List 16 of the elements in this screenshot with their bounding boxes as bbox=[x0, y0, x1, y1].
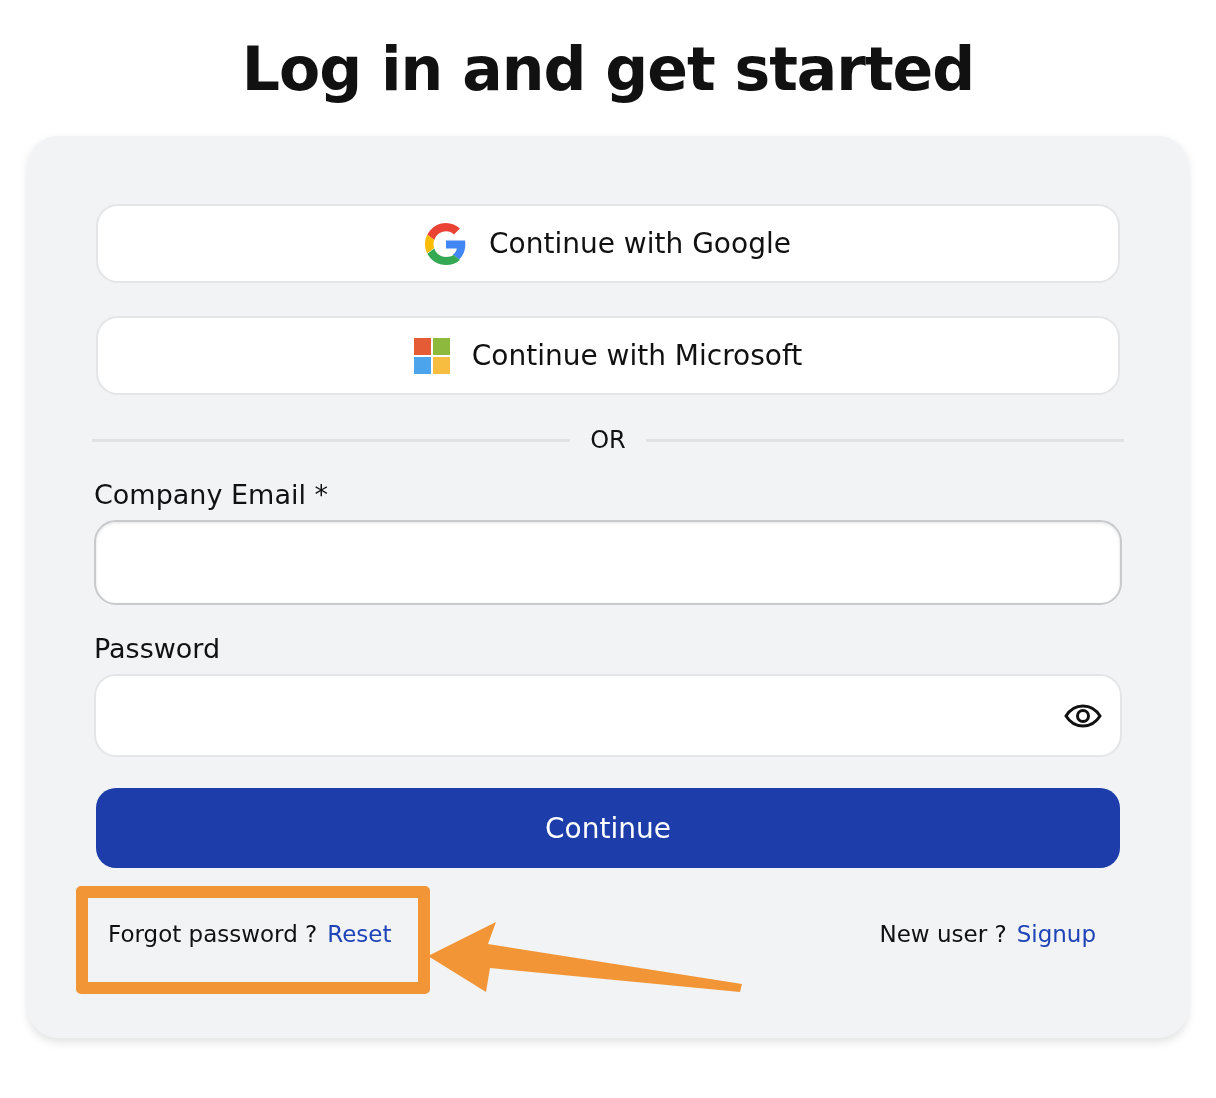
reset-link[interactable]: Reset bbox=[327, 921, 392, 947]
google-icon bbox=[425, 222, 468, 265]
new-user-text: New user ? bbox=[879, 921, 1007, 947]
field-label: Password bbox=[94, 633, 222, 664]
continue-button[interactable]: Continue bbox=[96, 788, 1120, 868]
microsoft-icon bbox=[413, 337, 450, 374]
page-title: Log in and get started bbox=[240, 33, 976, 106]
field-label: Company Email * bbox=[94, 479, 330, 510]
signup-link[interactable]: Signup bbox=[1016, 921, 1096, 947]
divider-label: OR bbox=[590, 426, 626, 454]
email-field[interactable] bbox=[94, 520, 1122, 605]
password-field[interactable] bbox=[94, 674, 1122, 757]
eye-icon[interactable] bbox=[1064, 703, 1102, 728]
forgot-password-text: Forgot password ? bbox=[108, 921, 318, 947]
google-sign-in-button[interactable]: Continue with Google bbox=[96, 204, 1120, 283]
microsoft-sign-in-button[interactable]: Continue with Microsoft bbox=[96, 316, 1120, 395]
